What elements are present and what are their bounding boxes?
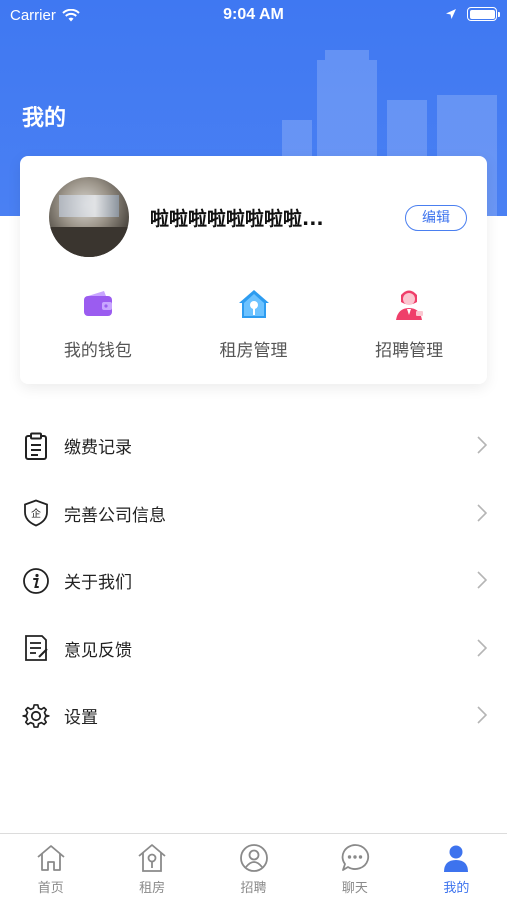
edit-profile-button[interactable]: 编辑 [405,205,467,231]
rent-house-icon [135,842,169,874]
menu-item-label: 缴费记录 [64,438,132,459]
wallet-icon [80,286,116,322]
chevron-right-icon [477,638,487,657]
clipboard-icon [22,432,50,460]
settings-menu: 缴费记录 企 完善公司信息 关于我们 意见反馈 设置 [0,412,507,750]
tab-rent[interactable]: 租房 [101,834,202,900]
menu-item-settings[interactable]: 设置 [0,682,507,750]
menu-item-label: 关于我们 [64,573,132,594]
home-icon [34,842,68,874]
profile-icon [439,842,473,874]
quick-action-wallet[interactable]: 我的钱包 [20,286,176,376]
quick-action-recruit[interactable]: 招聘管理 [331,286,487,376]
username: 啦啦啦啦啦啦啦啦... [150,208,324,230]
svg-text:企: 企 [31,507,41,520]
menu-item-label: 意见反馈 [64,640,132,661]
status-bar: Carrier 9:04 AM [0,0,507,32]
tab-recruit[interactable]: 招聘 [203,834,304,900]
battery-icon [467,7,500,21]
quick-action-label: 租房管理 [219,341,288,361]
tab-home[interactable]: 首页 [0,834,101,900]
company-shield-icon: 企 [22,499,50,527]
bottom-tab-bar: 首页 租房 招聘 聊天 我的 [0,833,507,900]
tab-label: 招聘 [240,881,267,896]
status-right [445,7,500,21]
status-time: 9:04 AM [223,6,284,23]
chevron-right-icon [477,436,487,454]
location-arrow-icon [446,9,456,19]
tab-chat[interactable]: 聊天 [304,834,405,900]
menu-item-feedback[interactable]: 意见反馈 [0,615,507,683]
menu-item-company-info[interactable]: 企 完善公司信息 [0,480,507,548]
menu-item-label: 设置 [64,708,98,729]
quick-actions: 我的钱包 租房管理 招聘管理 [20,286,487,376]
quick-action-label: 我的钱包 [63,341,132,361]
profile-card: 啦啦啦啦啦啦啦啦... 编辑 我的钱包 租房管理 招聘管理 [20,156,487,384]
quick-action-label: 招聘管理 [375,341,444,361]
recruit-icon [237,842,271,874]
menu-item-label: 完善公司信息 [64,505,166,526]
menu-item-payment-records[interactable]: 缴费记录 [0,412,507,480]
gear-icon [22,702,50,730]
chevron-right-icon [477,571,487,589]
house-key-icon [236,286,272,322]
menu-item-about-us[interactable]: 关于我们 [0,547,507,615]
info-icon [22,567,50,595]
page-title: 我的 [22,106,67,131]
chat-icon [338,842,372,874]
chevron-right-icon [477,706,487,724]
tab-label: 我的 [443,881,470,896]
tab-profile[interactable]: 我的 [406,834,507,900]
recruiter-icon [391,286,427,322]
quick-action-rental[interactable]: 租房管理 [176,286,332,376]
avatar[interactable] [49,177,129,257]
chevron-right-icon [477,503,487,522]
tab-label: 租房 [139,881,166,896]
tab-label: 首页 [37,881,64,896]
tab-label: 聊天 [341,881,368,896]
feedback-icon [22,634,50,662]
